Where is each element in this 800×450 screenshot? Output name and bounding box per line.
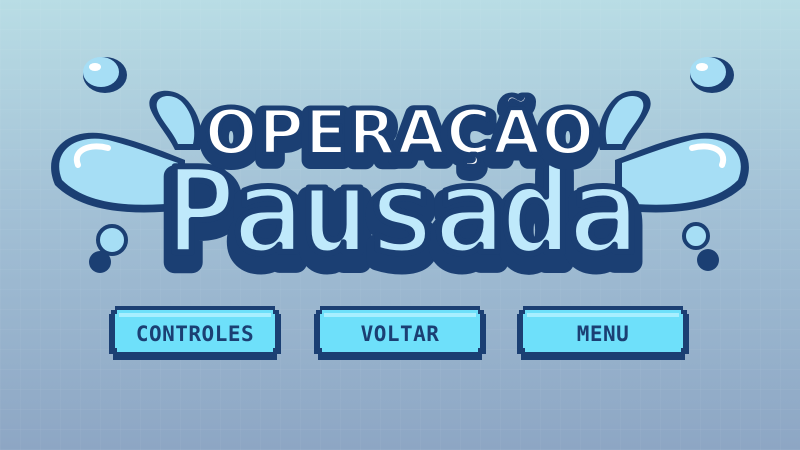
back-button[interactable]: VOLTAR — [310, 304, 490, 366]
menu-button-label: MENU — [576, 322, 630, 346]
controls-button-label: CONTROLES — [135, 322, 255, 346]
pause-menu-buttons: CONTROLES VOLTAR MENU — [0, 304, 800, 366]
back-button-label: VOLTAR — [360, 322, 440, 346]
pause-title-logo: Pausada Pausada OPERAÇÃO OPERAÇÃO — [0, 0, 800, 300]
controls-button[interactable]: CONTROLES — [105, 304, 285, 366]
operacao-text: OPERAÇÃO — [205, 96, 595, 169]
title-line-operacao: OPERAÇÃO OPERAÇÃO — [196, 93, 603, 184]
menu-button[interactable]: MENU — [513, 304, 693, 366]
